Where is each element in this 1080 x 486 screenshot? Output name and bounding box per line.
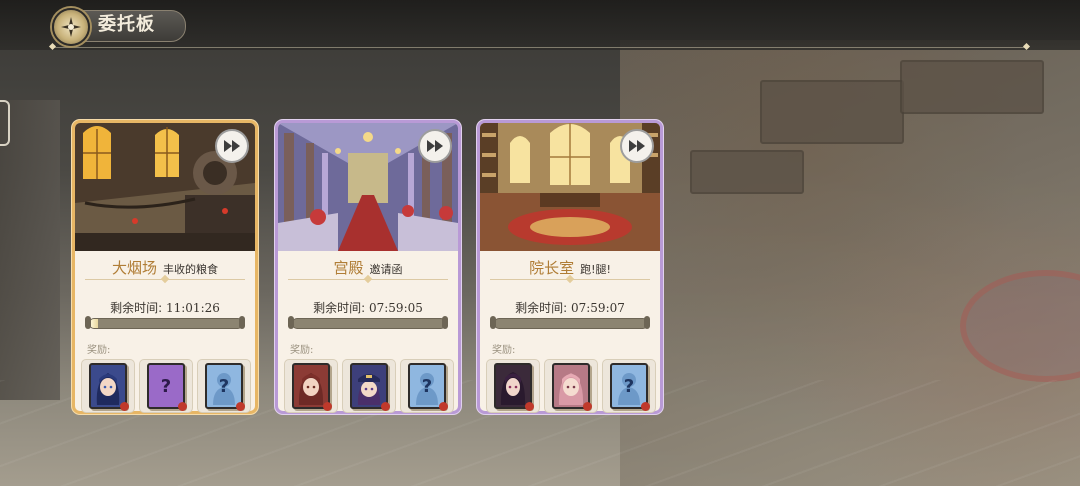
title-divider [85, 279, 245, 280]
progress-fill [90, 319, 98, 328]
side-drawer-tab[interactable] [0, 100, 10, 146]
rewards-label: 奖励: [290, 345, 314, 356]
question-card-icon: ? [147, 363, 187, 411]
reward-slot[interactable] [486, 359, 540, 413]
rewards-label: 奖励: [87, 345, 111, 356]
progress-cap [442, 316, 448, 329]
reward-slot[interactable]: ? [602, 359, 656, 413]
location-name: 宫殿 [333, 259, 364, 277]
event-name: 丰收的粮食 [163, 263, 218, 276]
fast-forward-icon [629, 140, 645, 152]
remaining-time-label: 剩余时间: [515, 301, 568, 315]
question-silhouette-icon: ? [408, 363, 448, 411]
dark-hair-character-icon [494, 363, 534, 411]
rewards-list: ? [486, 359, 656, 413]
location-name: 院长室 [529, 259, 575, 277]
page-title: 委托板 [98, 14, 155, 35]
progress-cap [490, 316, 496, 329]
reward-slot[interactable] [544, 359, 598, 413]
fast-forward-button[interactable] [215, 129, 249, 163]
rewards-list: ? ? [81, 359, 251, 413]
fast-forward-icon [427, 140, 443, 152]
title-divider [288, 279, 448, 280]
event-name: 邀请函 [369, 263, 403, 276]
reward-slot[interactable]: ? [400, 359, 454, 413]
fast-forward-button[interactable] [418, 129, 452, 163]
progress-cap [85, 316, 91, 329]
pink-hair-character-icon [552, 363, 592, 411]
progress-bar [494, 318, 648, 329]
commission-card-2[interactable]: 宫殿 邀请函 剩余时间: 07:59:05 奖励: ? [275, 120, 461, 414]
remaining-time: 剩余时间: 07:59:05 [278, 299, 458, 316]
question-silhouette-icon: ? [205, 363, 245, 411]
reward-slot[interactable] [342, 359, 396, 413]
reward-slot[interactable] [284, 359, 338, 413]
progress-cap [239, 316, 245, 329]
question-silhouette-icon: ? [610, 363, 650, 411]
remaining-time: 剩余时间: 11:01:26 [75, 299, 255, 316]
back-button[interactable] [52, 8, 90, 46]
event-name: 跑!腿! [580, 263, 611, 276]
title-divider [490, 279, 650, 280]
remaining-time-label: 剩余时间: [110, 301, 163, 315]
background-cabinet [900, 60, 1044, 114]
remaining-time-value: 07:59:05 [368, 301, 423, 315]
captain-hat-character-icon [350, 363, 390, 411]
fast-forward-button[interactable] [620, 129, 654, 163]
reward-slot[interactable]: ? [139, 359, 193, 413]
remaining-time-value: 07:59:07 [570, 301, 625, 315]
remaining-time-label: 剩余时间: [313, 301, 366, 315]
progress-cap [644, 316, 650, 329]
background-bookshelf [760, 80, 904, 144]
progress-cap [288, 316, 294, 329]
reward-slot[interactable]: ? [197, 359, 251, 413]
progress-bar [89, 318, 243, 329]
location-name: 大烟场 [111, 259, 157, 277]
background-desk [690, 150, 804, 194]
remaining-time: 剩余时间: 07:59:07 [480, 299, 660, 316]
red-hair-character-icon [292, 363, 332, 411]
header-divider [52, 47, 1028, 48]
fast-forward-icon [224, 140, 240, 152]
blue-hair-character-icon [89, 363, 129, 411]
commission-card-3[interactable]: 院长室 跑!腿! 剩余时间: 07:59:07 奖励: ? [477, 120, 663, 414]
commission-card-1[interactable]: 大烟场 丰收的粮食 剩余时间: 11:01:26 奖励: ? ? [72, 120, 258, 414]
progress-bar [292, 318, 446, 329]
background-left-wall [0, 100, 60, 400]
reward-slot[interactable] [81, 359, 135, 413]
rewards-label: 奖励: [492, 345, 516, 356]
rewards-list: ? [284, 359, 454, 413]
remaining-time-value: 11:01:26 [165, 301, 220, 315]
compass-emblem-icon [61, 17, 81, 37]
